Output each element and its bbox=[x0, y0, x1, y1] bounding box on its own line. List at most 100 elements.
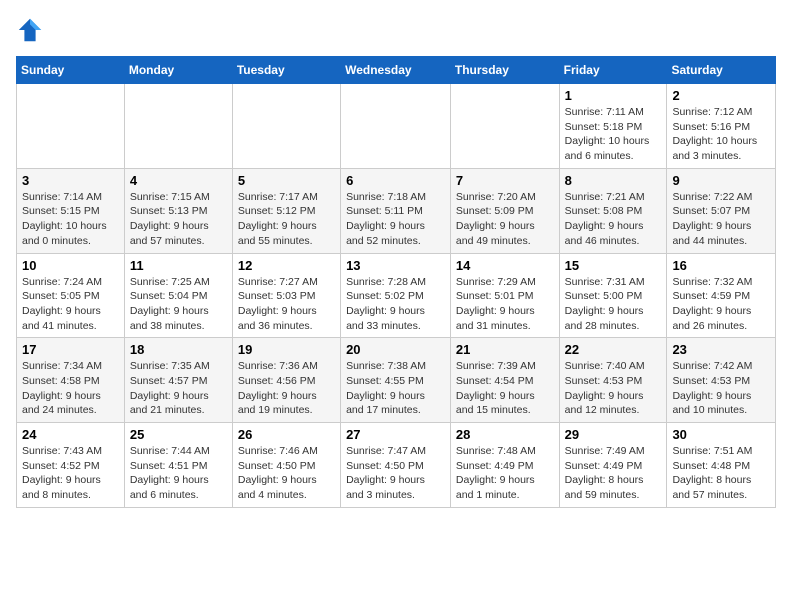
day-info: Sunrise: 7:36 AM Sunset: 4:56 PM Dayligh… bbox=[238, 359, 335, 418]
day-info: Sunrise: 7:51 AM Sunset: 4:48 PM Dayligh… bbox=[672, 444, 770, 503]
day-number: 4 bbox=[130, 173, 227, 188]
calendar-cell: 14Sunrise: 7:29 AM Sunset: 5:01 PM Dayli… bbox=[450, 253, 559, 338]
calendar-cell: 9 Sunrise: 7:22 AM Sunset: 5:07 PM Daylig… bbox=[667, 168, 776, 253]
calendar-week-row: 3 Sunrise: 7:14 AM Sunset: 5:15 PM Daylig… bbox=[17, 168, 776, 253]
calendar-header-thursday: Thursday bbox=[450, 57, 559, 84]
day-number: 2 bbox=[672, 88, 770, 103]
day-number: 20 bbox=[346, 342, 445, 357]
day-number: 15 bbox=[565, 258, 662, 273]
calendar-cell: 2 Sunrise: 7:12 AM Sunset: 5:16 PM Daylig… bbox=[667, 84, 776, 169]
day-info: Sunrise: 7:14 AM Sunset: 5:15 PM Dayligh… bbox=[22, 190, 119, 249]
calendar-cell: 27 Sunrise: 7:47 AM Sunset: 4:50 PM Dayli… bbox=[341, 423, 451, 508]
day-info: Sunrise: 7:20 AM Sunset: 5:09 PM Dayligh… bbox=[456, 190, 554, 249]
day-info: Sunrise: 7:34 AM Sunset: 4:58 PM Dayligh… bbox=[22, 359, 119, 418]
calendar-header-monday: Monday bbox=[124, 57, 232, 84]
day-info: Sunrise: 7:47 AM Sunset: 4:50 PM Dayligh… bbox=[346, 444, 445, 503]
header bbox=[16, 16, 776, 44]
day-number: 21 bbox=[456, 342, 554, 357]
day-info: Sunrise: 7:38 AM Sunset: 4:55 PM Dayligh… bbox=[346, 359, 445, 418]
day-number: 6 bbox=[346, 173, 445, 188]
calendar-cell: 5 Sunrise: 7:17 AM Sunset: 5:12 PM Daylig… bbox=[232, 168, 340, 253]
day-info: Sunrise: 7:21 AM Sunset: 5:08 PM Dayligh… bbox=[565, 190, 662, 249]
day-number: 5 bbox=[238, 173, 335, 188]
calendar-week-row: 10 Sunrise: 7:24 AM Sunset: 5:05 PM Dayli… bbox=[17, 253, 776, 338]
calendar-cell: 7 Sunrise: 7:20 AM Sunset: 5:09 PM Daylig… bbox=[450, 168, 559, 253]
day-number: 24 bbox=[22, 427, 119, 442]
calendar-header-row: SundayMondayTuesdayWednesdayThursdayFrid… bbox=[17, 57, 776, 84]
day-number: 1 bbox=[565, 88, 662, 103]
calendar-cell: 17 Sunrise: 7:34 AM Sunset: 4:58 PM Dayli… bbox=[17, 338, 125, 423]
day-info: Sunrise: 7:43 AM Sunset: 4:52 PM Dayligh… bbox=[22, 444, 119, 503]
calendar-cell: 4 Sunrise: 7:15 AM Sunset: 5:13 PM Daylig… bbox=[124, 168, 232, 253]
day-number: 26 bbox=[238, 427, 335, 442]
day-info: Sunrise: 7:49 AM Sunset: 4:49 PM Dayligh… bbox=[565, 444, 662, 503]
day-number: 17 bbox=[22, 342, 119, 357]
day-info: Sunrise: 7:12 AM Sunset: 5:16 PM Dayligh… bbox=[672, 105, 770, 164]
logo-icon bbox=[16, 16, 44, 44]
day-number: 19 bbox=[238, 342, 335, 357]
calendar-cell: 29 Sunrise: 7:49 AM Sunset: 4:49 PM Dayli… bbox=[559, 423, 667, 508]
calendar-cell bbox=[17, 84, 125, 169]
day-info: Sunrise: 7:22 AM Sunset: 5:07 PM Dayligh… bbox=[672, 190, 770, 249]
calendar-cell: 16Sunrise: 7:32 AM Sunset: 4:59 PM Dayli… bbox=[667, 253, 776, 338]
day-number: 30 bbox=[672, 427, 770, 442]
logo bbox=[16, 16, 48, 44]
calendar-cell: 19 Sunrise: 7:36 AM Sunset: 4:56 PM Dayli… bbox=[232, 338, 340, 423]
calendar-cell bbox=[341, 84, 451, 169]
calendar-cell: 20 Sunrise: 7:38 AM Sunset: 4:55 PM Dayli… bbox=[341, 338, 451, 423]
day-info: Sunrise: 7:40 AM Sunset: 4:53 PM Dayligh… bbox=[565, 359, 662, 418]
day-number: 22 bbox=[565, 342, 662, 357]
calendar-cell: 6 Sunrise: 7:18 AM Sunset: 5:11 PM Daylig… bbox=[341, 168, 451, 253]
calendar-week-row: 1 Sunrise: 7:11 AM Sunset: 5:18 PM Daylig… bbox=[17, 84, 776, 169]
calendar-cell bbox=[232, 84, 340, 169]
day-number: 11 bbox=[130, 258, 227, 273]
day-number: 12 bbox=[238, 258, 335, 273]
calendar-cell: 8 Sunrise: 7:21 AM Sunset: 5:08 PM Daylig… bbox=[559, 168, 667, 253]
day-number: 16 bbox=[672, 258, 770, 273]
day-number: 29 bbox=[565, 427, 662, 442]
day-number: 8 bbox=[565, 173, 662, 188]
calendar-cell: 21 Sunrise: 7:39 AM Sunset: 4:54 PM Dayli… bbox=[450, 338, 559, 423]
day-info: Sunrise: 7:27 AM Sunset: 5:03 PM Dayligh… bbox=[238, 275, 335, 334]
day-number: 18 bbox=[130, 342, 227, 357]
calendar-header-friday: Friday bbox=[559, 57, 667, 84]
day-info: Sunrise: 7:46 AM Sunset: 4:50 PM Dayligh… bbox=[238, 444, 335, 503]
calendar-header-sunday: Sunday bbox=[17, 57, 125, 84]
calendar-cell: 10 Sunrise: 7:24 AM Sunset: 5:05 PM Dayli… bbox=[17, 253, 125, 338]
calendar-cell bbox=[450, 84, 559, 169]
day-info: Sunrise: 7:11 AM Sunset: 5:18 PM Dayligh… bbox=[565, 105, 662, 164]
calendar-header-tuesday: Tuesday bbox=[232, 57, 340, 84]
calendar-cell: 13Sunrise: 7:28 AM Sunset: 5:02 PM Dayli… bbox=[341, 253, 451, 338]
day-number: 28 bbox=[456, 427, 554, 442]
day-info: Sunrise: 7:29 AM Sunset: 5:01 PM Dayligh… bbox=[456, 275, 554, 334]
day-number: 3 bbox=[22, 173, 119, 188]
calendar-cell: 15 Sunrise: 7:31 AM Sunset: 5:00 PM Dayli… bbox=[559, 253, 667, 338]
day-info: Sunrise: 7:48 AM Sunset: 4:49 PM Dayligh… bbox=[456, 444, 554, 503]
day-number: 23 bbox=[672, 342, 770, 357]
calendar: SundayMondayTuesdayWednesdayThursdayFrid… bbox=[16, 56, 776, 508]
calendar-cell: 30 Sunrise: 7:51 AM Sunset: 4:48 PM Dayli… bbox=[667, 423, 776, 508]
calendar-cell: 3 Sunrise: 7:14 AM Sunset: 5:15 PM Daylig… bbox=[17, 168, 125, 253]
calendar-header-wednesday: Wednesday bbox=[341, 57, 451, 84]
day-number: 13 bbox=[346, 258, 445, 273]
day-info: Sunrise: 7:15 AM Sunset: 5:13 PM Dayligh… bbox=[130, 190, 227, 249]
day-info: Sunrise: 7:39 AM Sunset: 4:54 PM Dayligh… bbox=[456, 359, 554, 418]
day-number: 9 bbox=[672, 173, 770, 188]
day-number: 10 bbox=[22, 258, 119, 273]
day-info: Sunrise: 7:25 AM Sunset: 5:04 PM Dayligh… bbox=[130, 275, 227, 334]
calendar-cell: 23Sunrise: 7:42 AM Sunset: 4:53 PM Dayli… bbox=[667, 338, 776, 423]
day-number: 7 bbox=[456, 173, 554, 188]
calendar-cell: 11 Sunrise: 7:25 AM Sunset: 5:04 PM Dayli… bbox=[124, 253, 232, 338]
day-info: Sunrise: 7:44 AM Sunset: 4:51 PM Dayligh… bbox=[130, 444, 227, 503]
day-info: Sunrise: 7:24 AM Sunset: 5:05 PM Dayligh… bbox=[22, 275, 119, 334]
calendar-cell bbox=[124, 84, 232, 169]
calendar-cell: 24 Sunrise: 7:43 AM Sunset: 4:52 PM Dayli… bbox=[17, 423, 125, 508]
calendar-cell: 12 Sunrise: 7:27 AM Sunset: 5:03 PM Dayli… bbox=[232, 253, 340, 338]
day-info: Sunrise: 7:31 AM Sunset: 5:00 PM Dayligh… bbox=[565, 275, 662, 334]
day-number: 27 bbox=[346, 427, 445, 442]
calendar-cell: 22 Sunrise: 7:40 AM Sunset: 4:53 PM Dayli… bbox=[559, 338, 667, 423]
day-info: Sunrise: 7:17 AM Sunset: 5:12 PM Dayligh… bbox=[238, 190, 335, 249]
day-info: Sunrise: 7:18 AM Sunset: 5:11 PM Dayligh… bbox=[346, 190, 445, 249]
calendar-cell: 25Sunrise: 7:44 AM Sunset: 4:51 PM Dayli… bbox=[124, 423, 232, 508]
day-info: Sunrise: 7:35 AM Sunset: 4:57 PM Dayligh… bbox=[130, 359, 227, 418]
